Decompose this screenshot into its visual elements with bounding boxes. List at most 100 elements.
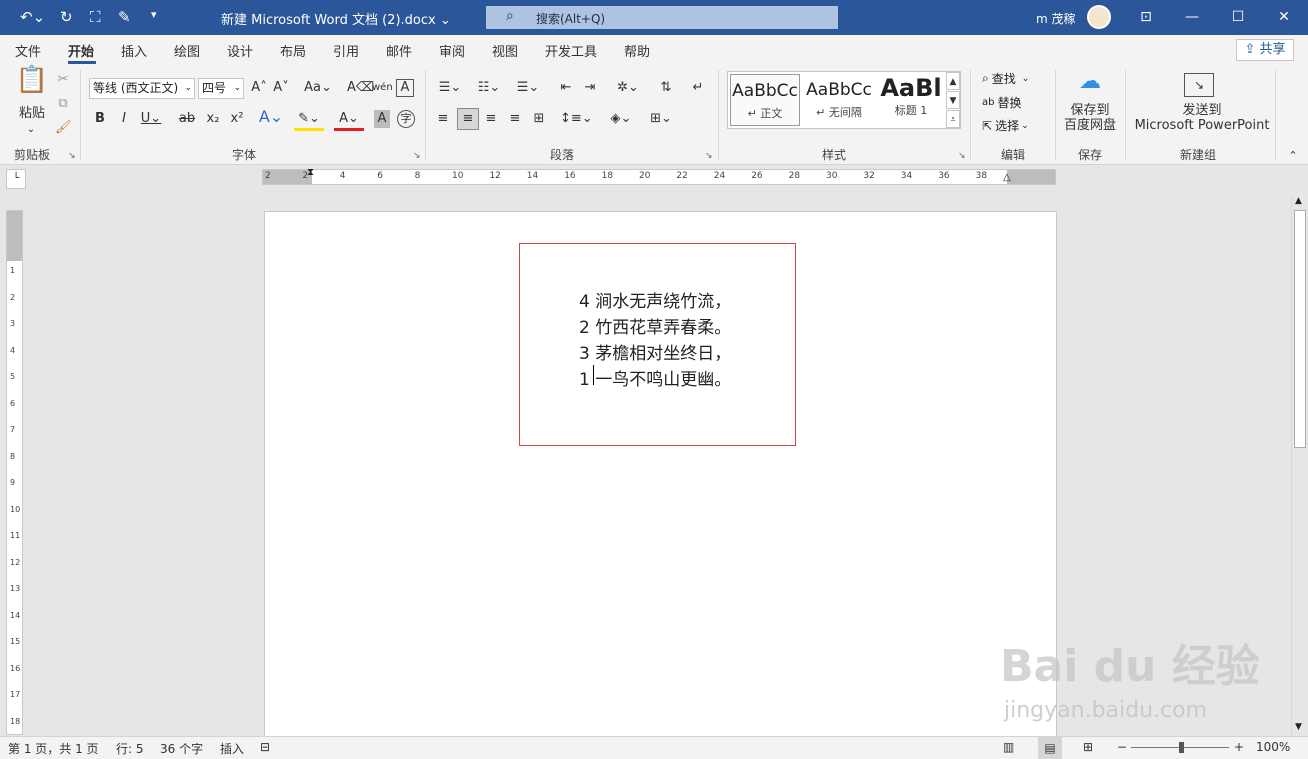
horizontal-ruler[interactable]: 2 2 4 6 8 10 12 14 16 18 20 22 24 26 28 30 32 34 36 38 ⧗ △: [262, 167, 1056, 185]
document-page[interactable]: 4 涧水无声绕竹流， 2 竹西花草弄春柔。 3 茅檐相对坐终日， 1 一鸟不鸣山…: [264, 211, 1057, 736]
undo-icon[interactable]: ↶⌄: [20, 8, 45, 26]
superscript-icon[interactable]: x²: [228, 110, 246, 128]
tab-view[interactable]: 视图: [492, 41, 518, 60]
indent-marker-icon[interactable]: ⧗: [307, 167, 314, 178]
line-number[interactable]: 行: 5: [116, 740, 144, 757]
numbering-icon[interactable]: ☷⌄: [473, 79, 505, 97]
replace-button[interactable]: ab 替换: [982, 94, 1022, 111]
redo-icon[interactable]: ↻: [60, 8, 73, 26]
right-indent-marker-icon[interactable]: △: [1003, 172, 1011, 183]
tab-help[interactable]: 帮助: [624, 41, 650, 60]
styles-more-icon[interactable]: ⩡: [946, 110, 960, 128]
font-color-icon[interactable]: A⌄: [334, 110, 364, 131]
shrink-font-icon[interactable]: A˅: [272, 79, 290, 97]
style-no-spacing[interactable]: AaBbCc ↵ 无间隔: [804, 74, 874, 126]
scroll-up-icon[interactable]: ▲: [1295, 196, 1302, 206]
send-to-powerpoint-icon[interactable]: ↘: [1184, 73, 1214, 97]
line-spacing-icon[interactable]: ↕≡⌄: [560, 110, 593, 128]
paragraph-launcher-icon[interactable]: ↘: [705, 151, 713, 161]
character-border-icon[interactable]: A: [396, 79, 414, 97]
bullets-icon[interactable]: ☰⌄: [434, 79, 466, 97]
poem-line[interactable]: 1 一鸟不鸣山更幽。: [579, 365, 731, 390]
minimize-icon[interactable]: —: [1180, 5, 1204, 29]
tab-insert[interactable]: 插入: [121, 41, 147, 60]
asian-layout-icon[interactable]: ✲⌄: [612, 79, 644, 97]
send-to-powerpoint-button[interactable]: 发送到 Microsoft PowerPoint: [1134, 103, 1270, 133]
touch-mode-icon[interactable]: ⛶: [90, 8, 101, 26]
text-box[interactable]: 4 涧水无声绕竹流， 2 竹西花草弄春柔。 3 茅檐相对坐终日， 1 一鸟不鸣山…: [519, 243, 796, 446]
maximize-icon[interactable]: ☐: [1226, 5, 1250, 29]
page-count[interactable]: 第 1 页，共 1 页: [8, 740, 99, 757]
align-right-icon[interactable]: ≡: [482, 110, 500, 128]
format-painter-icon[interactable]: 🖌: [55, 119, 72, 137]
zoom-slider-thumb[interactable]: [1179, 742, 1184, 753]
tab-file[interactable]: 文件: [15, 41, 41, 60]
tab-layout[interactable]: 布局: [280, 41, 306, 60]
styles-scroll-down-icon[interactable]: ▼: [946, 91, 960, 109]
customize-quick-access-icon[interactable]: ▾: [151, 8, 157, 21]
tab-home[interactable]: 开始: [68, 41, 94, 60]
find-button[interactable]: ⌕ 查找 ⌄: [982, 70, 1029, 87]
font-launcher-icon[interactable]: ↘: [413, 151, 421, 161]
tab-design[interactable]: 设计: [227, 41, 253, 60]
scrollbar-thumb[interactable]: [1294, 210, 1306, 448]
highlight-icon[interactable]: ✎⌄: [294, 110, 324, 131]
share-button[interactable]: ⇪ 共享: [1236, 39, 1294, 61]
justify-icon[interactable]: ≡: [506, 110, 524, 128]
vertical-ruler[interactable]: 1 2 3 4 5 6 7 8 9 10 11 12 13 14 15 16 17 18: [6, 210, 23, 735]
grow-font-icon[interactable]: A˄: [250, 79, 268, 97]
change-case-icon[interactable]: Aa⌄: [303, 79, 333, 97]
increase-indent-icon[interactable]: ⇥: [581, 79, 599, 97]
shading-icon[interactable]: ◈⌄: [605, 110, 637, 128]
bold-icon[interactable]: B: [92, 110, 108, 128]
align-left-icon[interactable]: ≡: [434, 110, 452, 128]
paste-dropdown-icon[interactable]: ⌄: [24, 121, 38, 139]
phonetic-guide-icon[interactable]: wén: [372, 79, 393, 97]
italic-icon[interactable]: I: [116, 110, 132, 128]
web-layout-icon[interactable]: ⊞: [1083, 740, 1093, 754]
tab-selector-icon[interactable]: └: [6, 169, 26, 189]
decrease-indent-icon[interactable]: ⇤: [557, 79, 575, 97]
copy-icon[interactable]: ⧉: [55, 95, 71, 113]
font-name-select[interactable]: 等线 (西文正文) ⌄: [89, 78, 195, 99]
borders-icon[interactable]: ⊞⌄: [645, 110, 677, 128]
align-center-icon[interactable]: ≡: [457, 108, 479, 130]
save-to-baidu-button[interactable]: 保存到 百度网盘: [1060, 103, 1120, 133]
zoom-level[interactable]: 100%: [1256, 740, 1290, 754]
show-marks-icon[interactable]: ↵: [689, 79, 707, 97]
tab-mailings[interactable]: 邮件: [386, 41, 412, 60]
document-title[interactable]: 新建 Microsoft Word 文档 (2).docx ⌄: [221, 9, 451, 28]
styles-scroll-up-icon[interactable]: ▲: [946, 72, 960, 90]
search-input[interactable]: ⌕ 搜索(Alt+Q): [486, 6, 838, 29]
underline-icon[interactable]: U⌄: [139, 110, 163, 128]
edit-icon[interactable]: ✎: [118, 8, 131, 26]
strikethrough-icon[interactable]: ab: [177, 110, 197, 128]
poem-line[interactable]: 3 茅檐相对坐终日，: [579, 339, 731, 364]
style-heading-1[interactable]: AaBl 标题 1: [876, 74, 946, 126]
print-layout-icon[interactable]: ▤: [1038, 737, 1062, 759]
word-count[interactable]: 36 个字: [160, 740, 203, 757]
avatar[interactable]: [1087, 5, 1111, 29]
text-effects-icon[interactable]: A⌄: [256, 108, 286, 126]
macro-record-icon[interactable]: ⊟: [260, 740, 270, 754]
poem-line[interactable]: 2 竹西花草弄春柔。: [579, 313, 731, 338]
clear-formatting-icon[interactable]: A⌫: [347, 79, 374, 97]
tab-review[interactable]: 审阅: [439, 41, 465, 60]
sort-icon[interactable]: ⇅: [656, 79, 676, 97]
enclose-characters-icon[interactable]: 字: [397, 110, 415, 128]
character-shading-icon[interactable]: A: [374, 110, 390, 128]
close-icon[interactable]: ✕: [1272, 5, 1296, 29]
collapse-ribbon-icon[interactable]: ⌃: [1285, 147, 1301, 165]
style-normal[interactable]: AaBbCc ↵ 正文: [730, 74, 800, 126]
insert-mode[interactable]: 插入: [220, 740, 244, 757]
styles-launcher-icon[interactable]: ↘: [958, 151, 966, 161]
tab-draw[interactable]: 绘图: [174, 41, 200, 60]
tab-developer[interactable]: 开发工具: [545, 41, 597, 60]
user-name[interactable]: m 茂稼: [1036, 10, 1076, 27]
font-size-select[interactable]: 四号 ⌄: [198, 78, 244, 99]
read-mode-icon[interactable]: ▥: [1003, 740, 1014, 754]
baidu-cloud-icon[interactable]: ☁: [1076, 71, 1104, 93]
tab-references[interactable]: 引用: [333, 41, 359, 60]
poem-line[interactable]: 4 涧水无声绕竹流，: [579, 287, 731, 312]
cut-icon[interactable]: ✂: [55, 71, 71, 89]
